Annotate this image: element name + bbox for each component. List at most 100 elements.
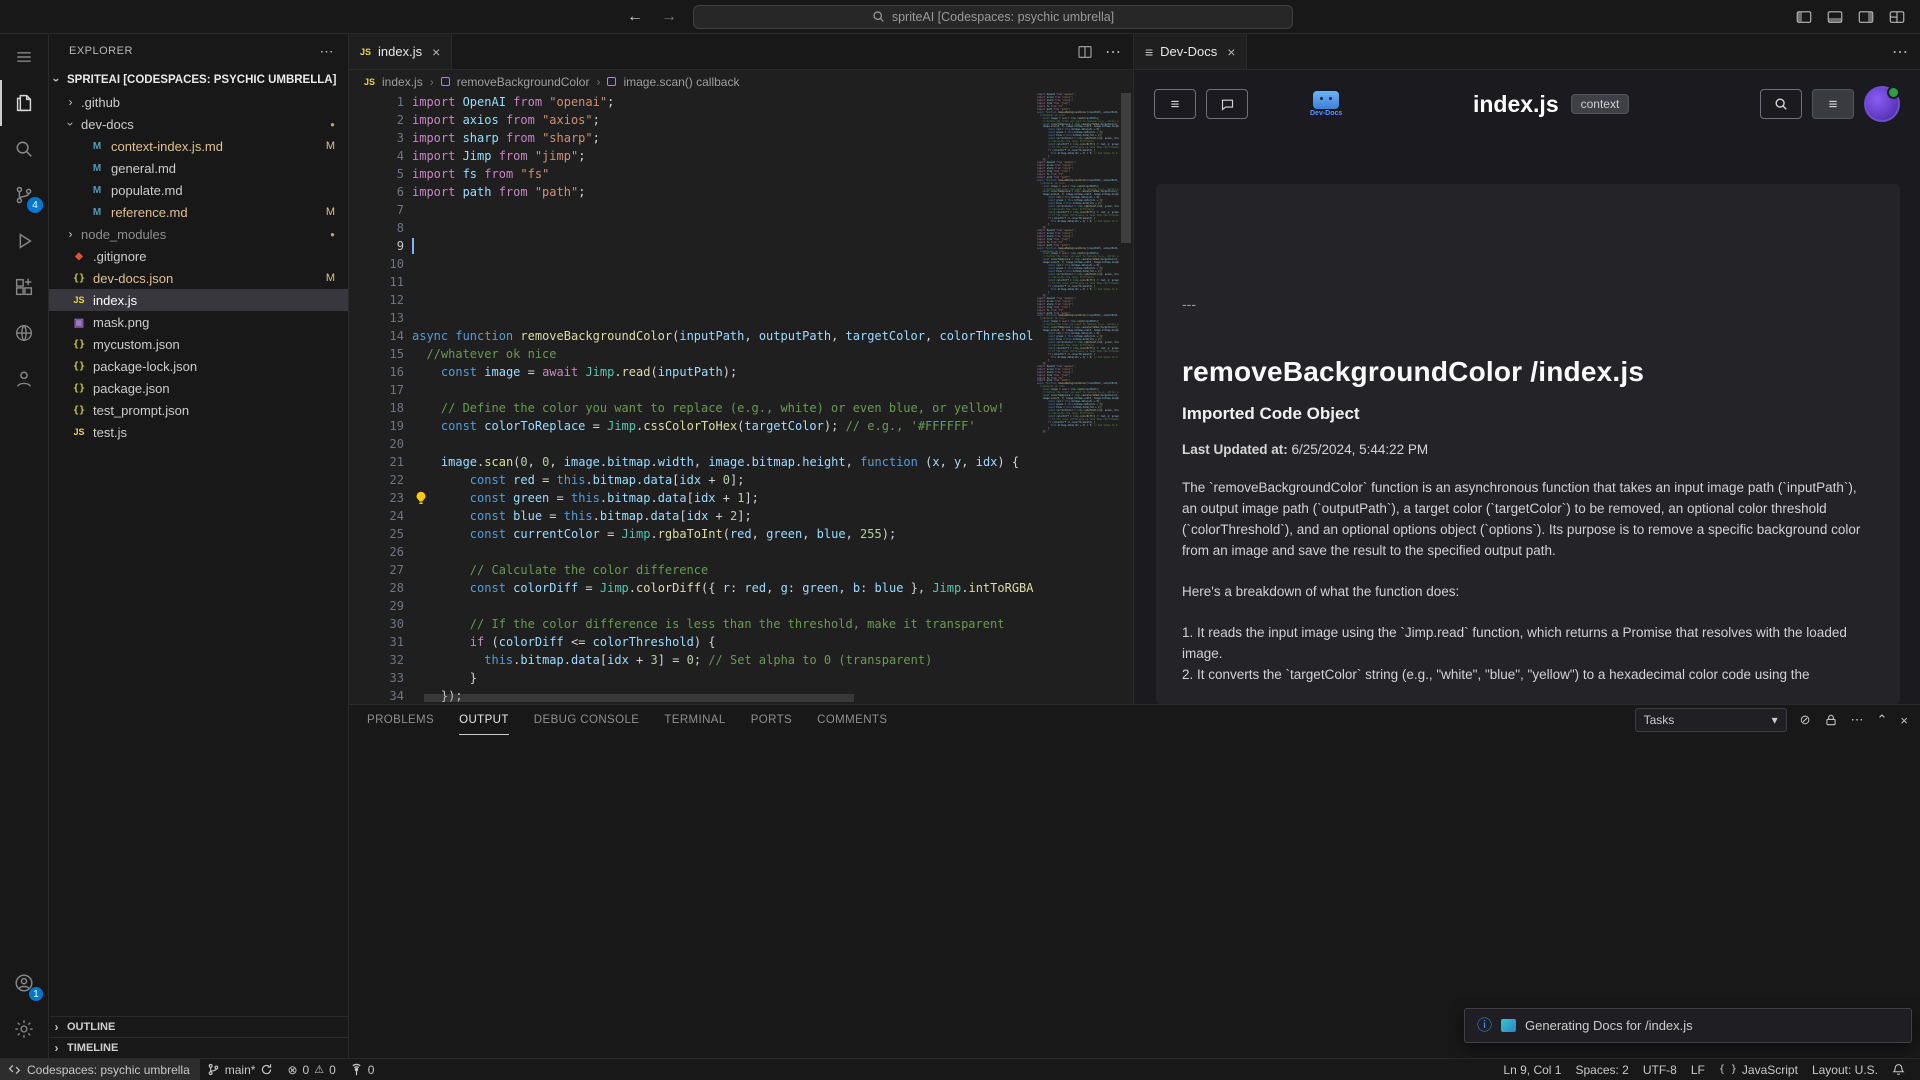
code-line-23[interactable]: const green = this.bitmap.data[idx + 1]; (412, 489, 1034, 507)
search-button[interactable] (0, 126, 48, 172)
devdocs-list-button[interactable]: ≡ (1812, 89, 1854, 119)
devdocs-chat-button[interactable] (1206, 89, 1248, 119)
code-line-2[interactable]: import axios from "axios"; (412, 111, 1034, 129)
explorer-button[interactable] (0, 80, 48, 126)
breadcrumb-symbol[interactable]: image.scan() callback (623, 75, 739, 89)
file-populate.md[interactable]: Mpopulate.md (49, 179, 348, 201)
file-test_prompt.json[interactable]: {}test_prompt.json (49, 399, 348, 421)
code-line-33[interactable]: } (412, 669, 1034, 687)
command-center-search[interactable]: spriteAI [Codespaces: psychic umbrella] (693, 5, 1293, 29)
panel-tab-terminal[interactable]: TERMINAL (664, 705, 725, 735)
tab-devdocs[interactable]: ≡ Dev-Docs × (1134, 34, 1247, 69)
code-line-17[interactable] (412, 381, 1034, 399)
code-line-24[interactable]: const blue = this.bitmap.data[idx + 2]; (412, 507, 1034, 525)
code-line-20[interactable] (412, 435, 1034, 453)
tab-index-js[interactable]: JS index.js × (349, 34, 452, 69)
clear-output-icon[interactable]: ⊘ (1800, 712, 1811, 728)
file-reference.md[interactable]: Mreference.mdM (49, 201, 348, 223)
panel-tab-output[interactable]: OUTPUT (459, 705, 509, 735)
file-mycustom.json[interactable]: {}mycustom.json (49, 333, 348, 355)
panel-tab-problems[interactable]: PROBLEMS (367, 705, 434, 735)
code-line-14[interactable]: async function removeBackgroundColor(inp… (412, 327, 1034, 345)
code-line-28[interactable]: const colorDiff = Jimp.colorDiff({ r: re… (412, 579, 1034, 597)
keyboard-layout[interactable]: Layout: U.S. (1805, 1059, 1885, 1080)
timeline-section[interactable]: › TIMELINE (49, 1037, 348, 1058)
breadcrumb-file[interactable]: index.js (382, 75, 423, 89)
branch-indicator[interactable]: main* (200, 1059, 281, 1080)
remote-indicator[interactable]: Codespaces: psychic umbrella (0, 1059, 200, 1080)
notifications-bell[interactable] (1885, 1059, 1912, 1080)
code-line-26[interactable] (412, 543, 1034, 561)
breadcrumb-symbol[interactable]: removeBackgroundColor (457, 75, 590, 89)
vertical-scrollbar[interactable] (1119, 93, 1133, 704)
editor-more-actions-icon[interactable]: ⋯ (1105, 42, 1121, 62)
scrollbar-thumb[interactable] (1121, 93, 1131, 243)
file-general.md[interactable]: Mgeneral.md (49, 157, 348, 179)
customize-layout-icon[interactable] (1888, 8, 1906, 26)
file-test.js[interactable]: JStest.js (49, 421, 348, 443)
back-button[interactable]: ← (627, 8, 643, 26)
language-mode[interactable]: { } JavaScript (1712, 1059, 1805, 1080)
split-editor-icon[interactable] (1077, 44, 1093, 60)
forward-button[interactable]: → (661, 8, 677, 26)
close-tab-icon[interactable]: × (1227, 44, 1235, 60)
devdocs-search-button[interactable] (1760, 89, 1802, 119)
code-line-6[interactable]: import path from "path"; (412, 183, 1034, 201)
code-line-22[interactable]: const red = this.bitmap.data[idx + 0]; (412, 471, 1034, 489)
eol-sequence[interactable]: LF (1684, 1059, 1712, 1080)
extensions-button[interactable] (0, 264, 48, 310)
code-line-4[interactable]: import Jimp from "jimp"; (412, 147, 1034, 165)
file-package.json[interactable]: {}package.json (49, 377, 348, 399)
code-line-11[interactable] (412, 273, 1034, 291)
workspace-section-header[interactable]: › SPRITEAI [CODESPACES: PSYCHIC UMBRELLA… (49, 68, 348, 91)
source-control-button[interactable]: 4 (0, 172, 48, 218)
code-line-32[interactable]: this.bitmap.data[idx + 3] = 0; // Set al… (412, 651, 1034, 669)
code-line-27[interactable]: // Calculate the color difference (412, 561, 1034, 579)
panel-tab-ports[interactable]: PORTS (751, 705, 792, 735)
folder-dev-docs[interactable]: ›dev-docs● (49, 113, 348, 135)
code-editor[interactable]: 1234567891011121314151617181920212223242… (349, 93, 1133, 704)
file-mask.png[interactable]: ▣mask.png (49, 311, 348, 333)
menu-button[interactable] (0, 34, 48, 80)
ports-indicator[interactable]: 0 (343, 1059, 382, 1080)
toggle-secondary-sidebar-icon[interactable] (1857, 8, 1875, 26)
explorer-more-actions-icon[interactable]: ⋯ (320, 43, 335, 60)
code-line-15[interactable]: //whatever ok nice (412, 345, 1034, 363)
close-panel-icon[interactable]: × (1900, 713, 1908, 728)
code-line-7[interactable] (412, 201, 1034, 219)
settings-button[interactable] (0, 1006, 48, 1052)
user-avatar[interactable] (1864, 86, 1900, 122)
output-channel-select[interactable]: Tasks ▾ (1635, 708, 1787, 732)
remote-explorer-button[interactable] (0, 310, 48, 356)
code-line-16[interactable]: const image = await Jimp.read(inputPath)… (412, 363, 1034, 381)
code-line-19[interactable]: const colorToReplace = Jimp.cssColorToHe… (412, 417, 1034, 435)
minimap[interactable]: import OpenAI from "openai";import axios… (1034, 93, 1119, 704)
code-line-21[interactable]: image.scan(0, 0, image.bitmap.width, ima… (412, 453, 1034, 471)
maximize-panel-icon[interactable]: ⌃ (1877, 712, 1888, 728)
panel-more-actions-icon[interactable]: ⋯ (1851, 712, 1864, 728)
devdocs-more-actions-icon[interactable]: ⋯ (1892, 42, 1908, 62)
code-line-3[interactable]: import sharp from "sharp"; (412, 129, 1034, 147)
code-line-18[interactable]: // Define the color you want to replace … (412, 399, 1034, 417)
code-line-1[interactable]: import OpenAI from "openai"; (412, 93, 1034, 111)
toggle-panel-icon[interactable] (1826, 8, 1844, 26)
run-debug-button[interactable] (0, 218, 48, 264)
toggle-sidebar-icon[interactable] (1795, 8, 1813, 26)
devdocs-menu-button[interactable]: ≡ (1154, 89, 1196, 119)
file-context-index.js.md[interactable]: Mcontext-index.js.mdM (49, 135, 348, 157)
lightbulb-icon[interactable] (414, 491, 428, 505)
file-dev-docs.json[interactable]: {}dev-docs.jsonM (49, 267, 348, 289)
outline-section[interactable]: › OUTLINE (49, 1016, 348, 1037)
horizontal-scrollbar[interactable] (424, 694, 854, 702)
code-line-9[interactable] (412, 237, 1034, 255)
code-line-25[interactable]: const currentColor = Jimp.rgbaToInt(red,… (412, 525, 1034, 543)
code-line-5[interactable]: import fs from "fs" (412, 165, 1034, 183)
profile-view-button[interactable] (0, 356, 48, 402)
code-line-10[interactable] (412, 255, 1034, 273)
file-package-lock.json[interactable]: {}package-lock.json (49, 355, 348, 377)
folder-.github[interactable]: ›.github (49, 91, 348, 113)
code-line-13[interactable] (412, 309, 1034, 327)
code-line-30[interactable]: // If the color difference is less than … (412, 615, 1034, 633)
cursor-position[interactable]: Ln 9, Col 1 (1496, 1059, 1568, 1080)
panel-tab-comments[interactable]: COMMENTS (817, 705, 887, 735)
